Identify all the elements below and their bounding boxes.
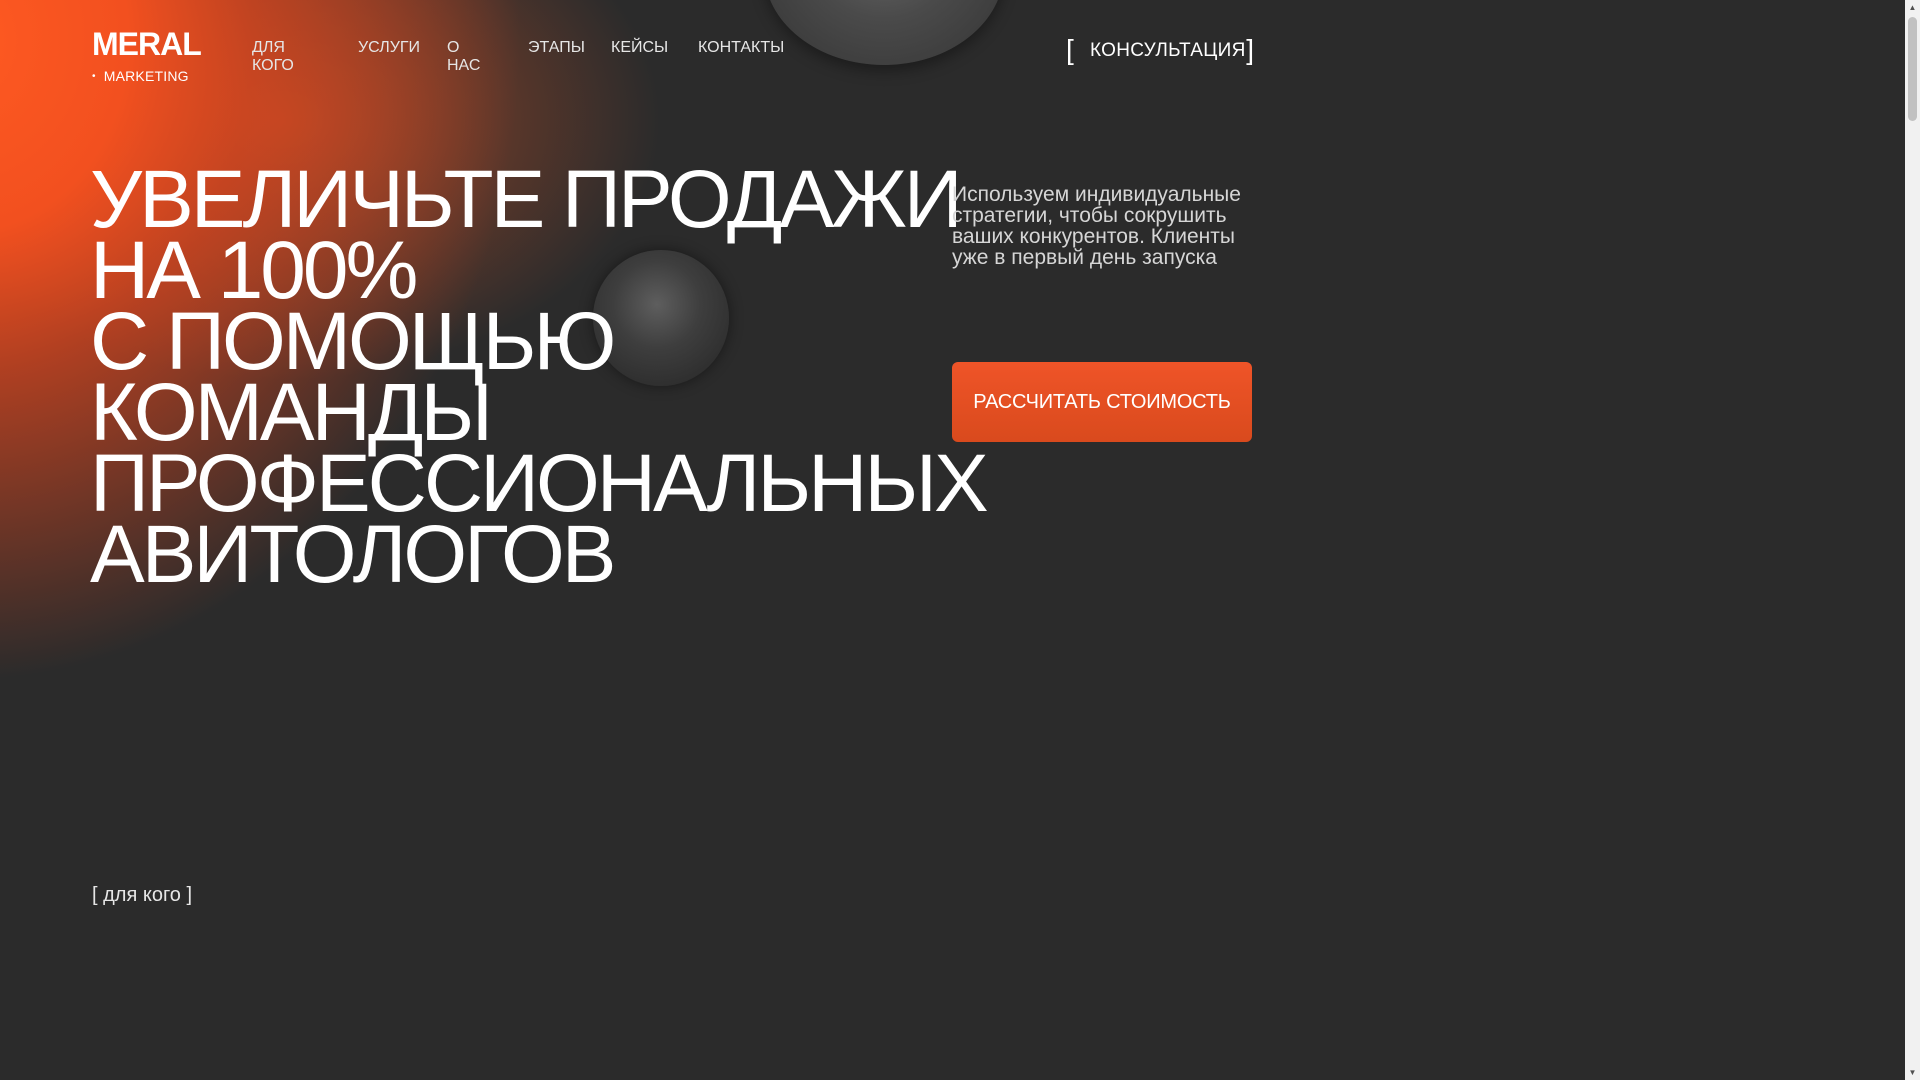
nav-link-for-whom[interactable]: ДЛЯ КОГО bbox=[252, 39, 312, 75]
bracket-right: ] bbox=[1246, 34, 1254, 65]
hero-title: УВЕЛИЧЬТЕ ПРОДАЖИ НА 100% С ПОМОЩЬЮ КОМА… bbox=[90, 159, 989, 600]
hero-title-line: АВИТОЛОГОВ bbox=[90, 509, 616, 600]
logo[interactable]: MERAL • MARKETING bbox=[92, 26, 202, 85]
logo-subtitle: • MARKETING bbox=[92, 68, 201, 85]
logo-wordmark: MERAL bbox=[92, 26, 202, 62]
nav-link-services[interactable]: УСЛУГИ bbox=[358, 39, 420, 57]
nav-link-contacts[interactable]: КОНТАКТЫ bbox=[698, 39, 784, 57]
scroll-up-arrow-icon[interactable]: ▲ bbox=[1905, 0, 1920, 15]
bracket-left: [ bbox=[1066, 34, 1074, 65]
calculate-cost-button[interactable]: РАССЧИТАТЬ СТОИМОСТЬ bbox=[952, 362, 1252, 442]
vertical-scrollbar[interactable]: ▲ ▼ bbox=[1905, 0, 1920, 1080]
section-tag-for-whom: [ для кого ] bbox=[92, 884, 193, 906]
hero-description: Используем индивидуальные стратегии, что… bbox=[952, 183, 1241, 269]
consultation-label: КОНСУЛЬТАЦИЯ bbox=[1090, 40, 1246, 61]
nav-link-cases[interactable]: КЕЙСЫ bbox=[611, 39, 668, 57]
scroll-down-arrow-icon[interactable]: ▼ bbox=[1905, 1065, 1920, 1080]
decorative-sphere-top bbox=[764, 0, 1004, 65]
logo-subtitle-text: MARKETING bbox=[103, 68, 189, 84]
nav-link-stages[interactable]: ЭТАПЫ bbox=[528, 39, 585, 57]
scrollbar-thumb[interactable] bbox=[1908, 17, 1917, 121]
consultation-link[interactable]: [ КОНСУЛЬТАЦИЯ ] bbox=[1066, 35, 1254, 67]
nav-link-about[interactable]: О НАС bbox=[447, 39, 487, 75]
logo-dot: • bbox=[92, 71, 96, 83]
page: MERAL • MARKETING ДЛЯ КОГО УСЛУГИ О НАС Э… bbox=[0, 0, 1920, 1080]
